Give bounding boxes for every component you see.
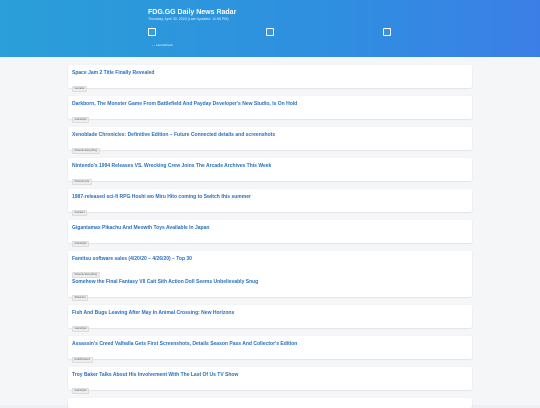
article-link[interactable]: Xenoblade Chronicles: Definitive Edition… <box>72 132 468 138</box>
article-link[interactable]: Famitsu software sales (4/20/20 – 4/26/2… <box>72 256 468 262</box>
news-item: Famitsu software sales (4/20/20 – 4/26/2… <box>72 256 468 280</box>
article-link[interactable]: Troy Baker Talks About His Involvement W… <box>72 372 468 378</box>
source-tag[interactable]: GameSpot <box>72 387 89 394</box>
news-item: Gigantamax Pikachu And Meowth Toys Avail… <box>72 225 468 249</box>
site-title[interactable]: FDG.GG Daily News Radar <box>148 9 236 16</box>
news-item: Space Jam 2 Title Finally Revealed Gemat… <box>72 70 468 94</box>
news-item: Nintendo's 1994 Releases VS. Wrecking Cr… <box>72 163 468 187</box>
article-link[interactable]: Darkborn, The Monster Game From Battlefi… <box>72 101 468 107</box>
article-link[interactable]: Nintendo's 1994 Releases VS. Wrecking Cr… <box>72 163 468 169</box>
news-item: Assassin's Creed Valhalla Gets First Scr… <box>72 341 468 365</box>
news-card <box>68 398 472 408</box>
source-tag[interactable]: Nintendo Everything <box>72 147 100 154</box>
article-link[interactable]: Gigantamax Pikachu And Meowth Toys Avail… <box>72 225 468 231</box>
site-header: FDG.GG Daily News Radar Thursday, April … <box>0 0 540 57</box>
source-tag[interactable]: Nintendo Everything <box>72 271 100 278</box>
last-updated-text: Thursday, April 30, 2020 (Last Updated: … <box>148 17 229 21</box>
source-tag[interactable]: GameSpot <box>72 116 89 123</box>
article-link[interactable]: 1987-released sci-fi RPG Hoshi wo Miru H… <box>72 194 468 200</box>
news-item: Somehow the Final Fantasy VII Cait Sith … <box>72 279 468 303</box>
filter-checkbox-2[interactable] <box>266 28 274 36</box>
source-tag[interactable]: Nintendo Life <box>72 178 92 185</box>
source-tag[interactable]: Gematsu <box>72 209 88 216</box>
source-tag[interactable]: Siliconera <box>72 294 88 301</box>
news-item: Xenoblade Chronicles: Definitive Edition… <box>72 132 468 156</box>
article-link[interactable]: Assassin's Creed Valhalla Gets First Scr… <box>72 341 468 347</box>
news-item: Fish And Bugs Leaving After May In Anima… <box>72 310 468 334</box>
news-item: Troy Baker Talks About His Involvement W… <box>72 372 468 396</box>
article-link[interactable]: Somehow the Final Fantasy VII Cait Sith … <box>72 279 468 285</box>
article-link[interactable]: Fish And Bugs Leaving After May In Anima… <box>72 310 468 316</box>
filter-checkbox-3[interactable] <box>383 28 391 36</box>
source-tag[interactable]: DualShockers <box>72 356 93 363</box>
news-item: 1987-released sci-fi RPG Hoshi wo Miru H… <box>72 194 468 218</box>
source-tag[interactable]: Gematsu <box>72 85 88 92</box>
news-item: Darkborn, The Monster Game From Battlefi… <box>72 101 468 125</box>
source-tag[interactable]: GameSpot <box>72 240 89 247</box>
source-tag[interactable]: GameSpot <box>72 325 89 332</box>
news-feed: Space Jam 2 Title Finally Revealed Gemat… <box>0 57 540 408</box>
refresh-tag: — Last Refresh <box>152 43 173 47</box>
article-link[interactable]: Space Jam 2 Title Finally Revealed <box>72 70 468 76</box>
filter-checkbox-1[interactable] <box>148 28 156 36</box>
